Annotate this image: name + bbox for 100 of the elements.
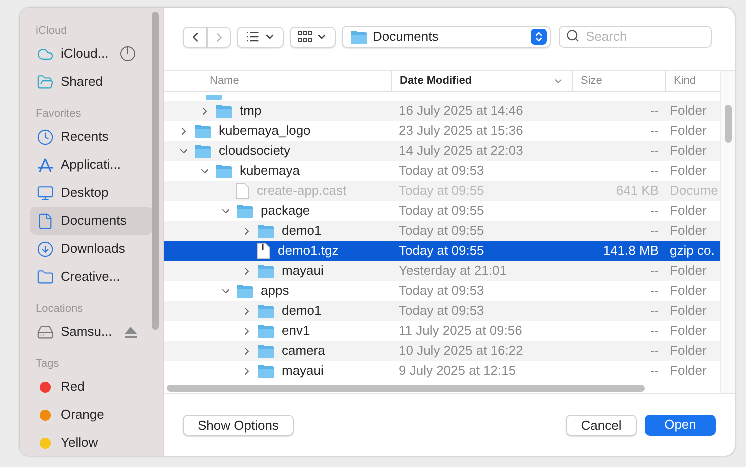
file-name: package xyxy=(261,202,310,220)
drive-icon xyxy=(37,324,54,340)
sidebar-item[interactable]: Downloads xyxy=(30,235,153,263)
size-cell-text: -- xyxy=(650,362,659,380)
grid-icon xyxy=(298,31,312,43)
size-cell-text: -- xyxy=(650,162,659,180)
list-view-button[interactable] xyxy=(237,26,284,48)
size-cell-text: -- xyxy=(650,262,659,280)
section-title: Locations xyxy=(35,302,84,317)
file-row[interactable]: mayaui Yesterday at 21:01 -- Folder xyxy=(164,261,720,281)
date-cell-text: Today at 09:53 xyxy=(398,282,486,300)
date-cell-text: 11 July 2025 at 09:56 xyxy=(398,322,524,340)
section-title: Tags xyxy=(35,356,60,372)
list-icon xyxy=(246,30,260,44)
kind-cell-text: Docume xyxy=(669,182,718,200)
date-cell-text: Today at 09:55 xyxy=(398,202,486,220)
archive-file-icon xyxy=(257,242,271,260)
file-name: cloudsociety xyxy=(219,142,291,160)
sidebar-item[interactable]: Creative... xyxy=(30,263,153,291)
sidebar-item[interactable]: iCloud... xyxy=(30,40,153,68)
file-name: tmp xyxy=(240,102,262,120)
size-cell-text: -- xyxy=(650,282,659,300)
kind-cell-text: Folder xyxy=(669,202,707,220)
kind-cell-text: Folder xyxy=(669,262,707,280)
sidebar-item[interactable]: Orange xyxy=(30,401,153,429)
file-name: env1 xyxy=(282,322,310,340)
size-cell-text: -- xyxy=(650,142,659,160)
section-title: Favorites xyxy=(35,106,82,122)
sidebar-item[interactable]: Documents xyxy=(30,207,153,235)
location-popup[interactable]: Documents xyxy=(342,26,551,48)
grid-view-button[interactable] xyxy=(290,26,336,48)
file-name: camera xyxy=(282,342,326,360)
open-button[interactable]: Open xyxy=(645,414,716,436)
file-row[interactable]: tmp 16 July 2025 at 14:46 -- Folder xyxy=(164,101,720,121)
file-name: demo1.tgz xyxy=(278,242,339,260)
date-cell-text: Today at 09:55 xyxy=(398,242,486,260)
size-cell-text: 641 KB xyxy=(616,182,659,200)
kind-cell-text: Folder xyxy=(669,362,707,380)
back-button[interactable] xyxy=(183,26,207,48)
apps-icon xyxy=(37,156,54,174)
kind-cell-text: Folder xyxy=(669,222,707,240)
file-row[interactable]: cloudsociety 14 July 2025 at 22:03 -- Folder xyxy=(164,141,720,161)
size-cell-text: -- xyxy=(650,102,659,120)
date-cell-text: Today at 09:53 xyxy=(398,162,486,180)
date-cell-text: Today at 09:55 xyxy=(398,182,486,200)
progress-icon xyxy=(120,46,136,62)
section-title: iCloud xyxy=(35,24,68,39)
kind-cell-text: gzip co. xyxy=(669,242,715,260)
size-cell-text: -- xyxy=(650,322,659,340)
size-cell-text: -- xyxy=(650,302,659,320)
date-cell-text: 23 July 2025 at 15:36 xyxy=(398,122,524,140)
date-cell-text: 9 July 2025 at 12:15 xyxy=(398,362,518,380)
sidebar-item[interactable]: Samsu... xyxy=(30,318,153,346)
download-icon xyxy=(37,240,54,258)
size-cell-text: 141.8 MB xyxy=(603,242,659,260)
file-row[interactable]: demo1.tgz Today at 09:55 141.8 MB gzip co. xyxy=(164,241,720,261)
column-header[interactable]: Date Modified xyxy=(391,71,572,91)
shared-folder-icon xyxy=(37,74,54,90)
date-cell-text: 14 July 2025 at 22:03 xyxy=(398,142,524,160)
file-name: mayaui xyxy=(282,262,324,280)
sidebar-item[interactable]: Desktop xyxy=(30,179,153,207)
file-row[interactable]: camera 10 July 2025 at 16:22 -- Folder xyxy=(164,341,720,361)
size-cell-text: -- xyxy=(650,342,659,360)
file-name: mayaui xyxy=(282,362,324,380)
date-cell-text: 16 July 2025 at 14:46 xyxy=(398,102,524,120)
kind-cell-text: Folder xyxy=(669,122,707,140)
kind-cell-text: Folder xyxy=(669,342,707,360)
kind-cell-text: Folder xyxy=(669,282,707,300)
size-cell-text: -- xyxy=(650,202,659,220)
search-icon xyxy=(566,29,580,43)
desktop-icon xyxy=(37,184,54,202)
date-cell-text: Today at 09:53 xyxy=(398,302,486,320)
document-icon xyxy=(236,182,250,200)
clock-icon xyxy=(37,128,54,146)
eject-icon xyxy=(125,326,138,338)
size-cell-text: -- xyxy=(650,222,659,240)
file-name: create-app.cast xyxy=(257,182,347,200)
date-cell-text: Yesterday at 21:01 xyxy=(398,262,508,280)
file-name: demo1 xyxy=(282,302,322,320)
kind-cell-text: Folder xyxy=(669,142,707,160)
sidebar-item[interactable]: Red xyxy=(30,373,153,401)
date-cell-text: 10 July 2025 at 16:22 xyxy=(398,342,524,360)
dialog-button[interactable]: Show Options xyxy=(183,414,294,436)
sidebar-item[interactable]: Yellow xyxy=(30,429,153,456)
sidebar-item[interactable]: Recents xyxy=(30,123,153,151)
file-row[interactable]: demo1 Today at 09:55 -- Folder xyxy=(164,221,720,241)
kind-cell-text: Folder xyxy=(669,162,707,180)
document-icon xyxy=(37,212,54,230)
file-name: demo1 xyxy=(282,222,322,240)
file-row[interactable]: demo1 Today at 09:53 -- Folder xyxy=(164,301,720,321)
search-field[interactable]: Search xyxy=(559,26,712,48)
size-cell-text: -- xyxy=(650,122,659,140)
scrollbar-thumb xyxy=(724,105,732,143)
dialog-button[interactable]: Cancel xyxy=(566,414,637,436)
kind-cell-text: Folder xyxy=(669,322,707,340)
updown-icon xyxy=(531,29,547,45)
sidebar-item[interactable]: Applicati... xyxy=(30,151,153,179)
sidebar-item[interactable]: Shared xyxy=(30,68,153,96)
kind-cell-text: Folder xyxy=(669,102,707,120)
file-name: apps xyxy=(261,282,290,300)
